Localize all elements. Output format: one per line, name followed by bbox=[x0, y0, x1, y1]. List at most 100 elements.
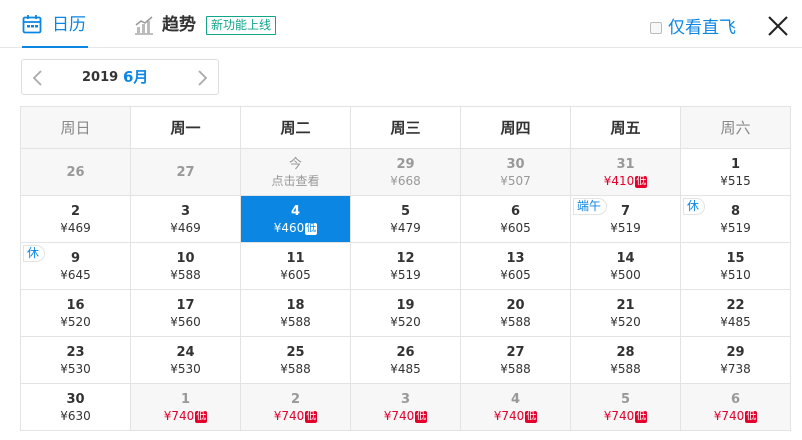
calendar-day[interactable]: 21 ¥520 bbox=[570, 289, 681, 337]
day-number: 27 bbox=[176, 164, 195, 180]
close-icon[interactable] bbox=[766, 14, 790, 38]
price-line: ¥740 低 bbox=[131, 408, 240, 424]
weekday-header: 周三 bbox=[350, 106, 461, 149]
calendar-day[interactable]: 2 ¥469 bbox=[20, 195, 131, 243]
calendar-day[interactable]: 6 ¥605 bbox=[460, 195, 571, 243]
day-number: 今 bbox=[288, 156, 302, 172]
day-number: 10 bbox=[176, 250, 195, 266]
price-line: ¥740 低 bbox=[351, 408, 460, 424]
day-price: ¥460 bbox=[273, 220, 305, 235]
day-number: 30 bbox=[66, 391, 85, 407]
calendar-day[interactable]: 27 ¥588 bbox=[460, 336, 571, 384]
day-number: 1 bbox=[180, 391, 191, 407]
calendar-day[interactable]: 12 ¥519 bbox=[350, 242, 461, 290]
calendar-day[interactable]: 端午 7 ¥519 bbox=[570, 195, 681, 243]
calendar-day[interactable]: 14 ¥500 bbox=[570, 242, 681, 290]
calendar-day[interactable]: 18 ¥588 bbox=[240, 289, 351, 337]
day-number: 20 bbox=[506, 297, 525, 313]
day-price: ¥740 bbox=[493, 408, 525, 423]
calendar-day[interactable]: 1 ¥515 bbox=[680, 148, 791, 196]
calendar-day[interactable]: 5 ¥479 bbox=[350, 195, 461, 243]
day-number: 6 bbox=[510, 203, 521, 219]
calendar-day[interactable]: 30 ¥630 bbox=[20, 383, 131, 431]
price-line: ¥520 bbox=[571, 314, 680, 330]
day-price: ¥520 bbox=[60, 314, 91, 329]
calendar-day[interactable]: 26 bbox=[20, 148, 131, 196]
calendar-day[interactable]: 31 ¥410 低 bbox=[570, 148, 681, 196]
calendar-day-selected[interactable]: 4 ¥460 低 bbox=[240, 195, 351, 243]
calendar-day[interactable]: 10 ¥588 bbox=[130, 242, 241, 290]
calendar-day[interactable]: 20 ¥588 bbox=[460, 289, 571, 337]
price-line: ¥588 bbox=[571, 361, 680, 377]
price-line: ¥519 bbox=[351, 267, 460, 283]
calendar-day[interactable]: 11 ¥605 bbox=[240, 242, 351, 290]
calendar-day[interactable]: 3 ¥469 bbox=[130, 195, 241, 243]
price-line: ¥588 bbox=[131, 267, 240, 283]
calendar-day[interactable]: 22 ¥485 bbox=[680, 289, 791, 337]
calendar-day[interactable]: 2 ¥740 低 bbox=[240, 383, 351, 431]
calendar-day[interactable]: 30 ¥507 bbox=[460, 148, 571, 196]
calendar-day[interactable]: 6 ¥740 低 bbox=[680, 383, 791, 431]
price-line: ¥588 bbox=[461, 314, 570, 330]
calendar-day[interactable]: 24 ¥530 bbox=[130, 336, 241, 384]
calendar-day[interactable]: 19 ¥520 bbox=[350, 289, 461, 337]
top-bar: 日历 趋势 新功能上线 仅看直飞 bbox=[0, 0, 802, 48]
calendar-day[interactable]: 16 ¥520 bbox=[20, 289, 131, 337]
calendar-day[interactable]: 17 ¥560 bbox=[130, 289, 241, 337]
day-price: ¥740 bbox=[713, 408, 745, 423]
day-price: ¥738 bbox=[720, 361, 751, 376]
day-number: 26 bbox=[66, 164, 85, 180]
price-line: ¥605 bbox=[461, 267, 570, 283]
calendar-day[interactable]: 23 ¥530 bbox=[20, 336, 131, 384]
calendar-day[interactable]: 5 ¥740 低 bbox=[570, 383, 681, 431]
calendar-day[interactable]: 13 ¥605 bbox=[460, 242, 571, 290]
direct-only-toggle[interactable]: 仅看直飞 bbox=[650, 18, 736, 38]
day-number: 26 bbox=[396, 344, 415, 360]
day-number: 3 bbox=[400, 391, 411, 407]
day-price: ¥605 bbox=[500, 267, 531, 282]
direct-only-checkbox[interactable] bbox=[650, 22, 662, 34]
calendar-day[interactable]: 27 bbox=[130, 148, 241, 196]
calendar-day[interactable]: 28 ¥588 bbox=[570, 336, 681, 384]
chevron-left-icon[interactable] bbox=[30, 69, 46, 87]
calendar-day[interactable]: 15 ¥510 bbox=[680, 242, 791, 290]
calendar-day[interactable]: 今点击查看 bbox=[240, 148, 351, 196]
day-price: ¥740 bbox=[603, 408, 635, 423]
day-price: ¥630 bbox=[60, 408, 91, 423]
month-label: 6月 bbox=[123, 68, 149, 86]
calendar-day[interactable]: 29 ¥668 bbox=[350, 148, 461, 196]
low-price-tag: 低 bbox=[635, 410, 648, 423]
chevron-right-icon[interactable] bbox=[194, 69, 210, 87]
price-line: ¥410 低 bbox=[571, 173, 680, 189]
day-number: 30 bbox=[506, 156, 525, 172]
calendar-day[interactable]: 26 ¥485 bbox=[350, 336, 461, 384]
low-price-tag: 低 bbox=[305, 222, 318, 235]
calendar-day[interactable]: 25 ¥588 bbox=[240, 336, 351, 384]
calendar-day[interactable]: 29 ¥738 bbox=[680, 336, 791, 384]
price-line: ¥630 bbox=[21, 408, 130, 424]
day-number: 18 bbox=[286, 297, 305, 313]
day-price: ¥740 bbox=[383, 408, 415, 423]
new-feature-badge: 新功能上线 bbox=[206, 15, 277, 35]
price-line: ¥479 bbox=[351, 220, 460, 236]
day-price: ¥668 bbox=[390, 173, 421, 188]
calendar-day[interactable]: 休 9 ¥645 bbox=[20, 242, 131, 290]
day-price: ¥740 bbox=[163, 408, 195, 423]
calendar-day[interactable]: 1 ¥740 低 bbox=[130, 383, 241, 431]
calendar-day[interactable]: 休 8 ¥519 bbox=[680, 195, 791, 243]
day-price: ¥588 bbox=[500, 314, 531, 329]
day-number: 13 bbox=[506, 250, 525, 266]
day-price: ¥588 bbox=[500, 361, 531, 376]
weekday-header: 周四 bbox=[460, 106, 571, 149]
calendar-day[interactable]: 3 ¥740 低 bbox=[350, 383, 461, 431]
day-number: 28 bbox=[616, 344, 635, 360]
tab-trend-label: 趋势 bbox=[162, 15, 196, 35]
day-price: ¥605 bbox=[280, 267, 311, 282]
calendar-day[interactable]: 4 ¥740 低 bbox=[460, 383, 571, 431]
weekday-header: 周五 bbox=[570, 106, 681, 149]
day-number: 24 bbox=[176, 344, 195, 360]
tab-calendar[interactable]: 日历 bbox=[22, 14, 88, 48]
weekday-header-row: 周日 周一 周二 周三 周四 周五 周六 bbox=[20, 106, 791, 149]
tab-trend[interactable]: 趋势 新功能上线 bbox=[134, 14, 277, 36]
price-line: ¥605 bbox=[461, 220, 570, 236]
